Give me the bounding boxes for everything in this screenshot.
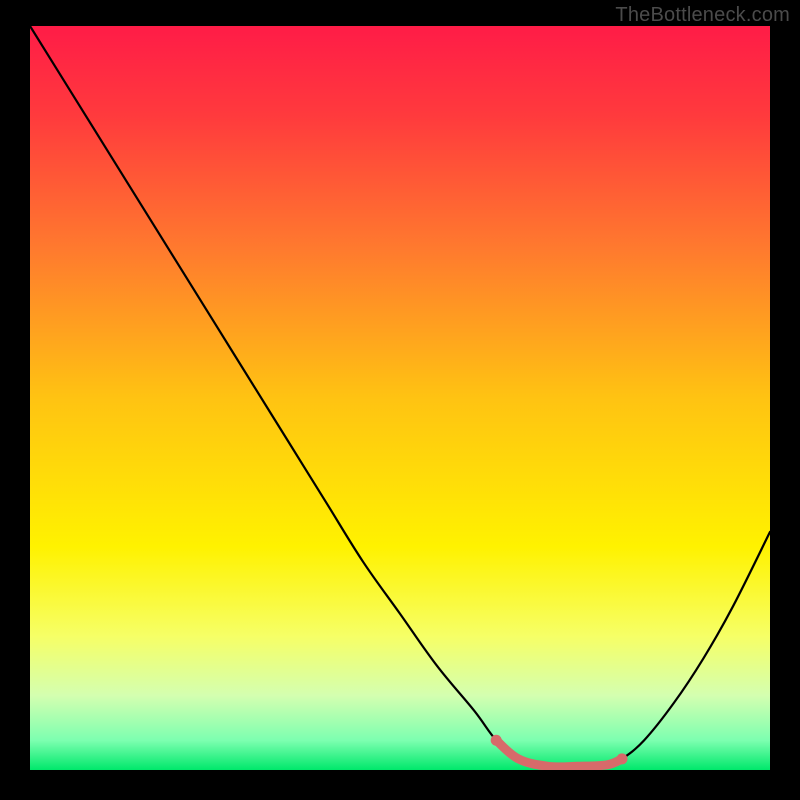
chart-svg [30, 26, 770, 770]
chart-plot-area [30, 26, 770, 770]
chart-frame: TheBottleneck.com [0, 0, 800, 800]
watermark-label: TheBottleneck.com [615, 4, 790, 27]
sweet-spot-end-dot [617, 753, 628, 764]
sweet-spot-start-dot [491, 735, 502, 746]
gradient-fill [30, 26, 770, 770]
